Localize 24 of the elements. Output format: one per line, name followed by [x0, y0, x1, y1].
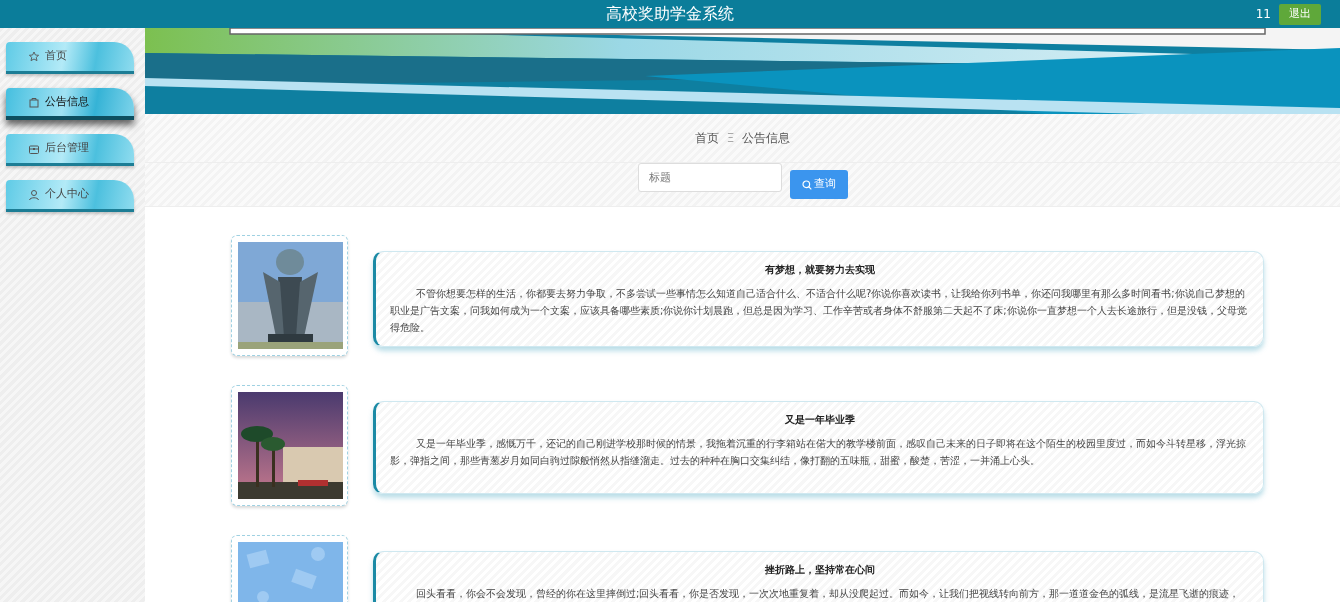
- title-search-field[interactable]: 标题: [637, 163, 782, 192]
- user-name: 11: [1255, 6, 1271, 24]
- notice-title: 又是一年毕业季: [783, 413, 856, 427]
- notice-card[interactable]: 又是一年毕业季 又是一年毕业季，感慨万千，还记的自己刚进学校那时候的情景，我拖着沉重的行李箱站在偌大的教学楼前面，感叹自己未来的日子即将在这个陌生的校园里度过，而如今斗转星移，浮光掠影，弹指之间，那些青葱岁月如同白驹过隙般悄然从指缝溜走。过去的种种在胸口交集纠结，像打翻的五味瓶，甜蜜，酸楚，苦涩，一并涌上心头。: [373, 401, 1264, 494]
- notice-title: 有梦想，就要努力去实现: [763, 263, 876, 277]
- box-icon: [28, 142, 40, 155]
- breadcrumb-link[interactable]: 首页: [694, 129, 719, 147]
- notice-title: 挫折路上，坚持常在心间: [763, 563, 876, 577]
- notice-text: 不管你想要怎样的生活，你都要去努力争取，不多尝试一些事情怎么知道自己适合什么、不适合什么呢?你说你喜欢读书，让我给你列书单，你还问我哪里有那么多时间看书;你说自己梦想的职业是广告文案，问我如何成为一个文案，应该具备哪些素质;你说你计划晨跑，但总是因为学习、工作辛苦或者身体不舒服第二天起不了床;你说你一直梦想一个人去长途旅行，但是没钱，父母觉得危险。: [390, 287, 1248, 335]
- sidebar-item[interactable]: 公告信息: [6, 88, 134, 120]
- notice-text: 又是一年毕业季，感慨万千，还记的自己刚进学校那时候的情景，我拖着沉重的行李箱站在偌大的教学楼前面，感叹自己未来的日子即将在这个陌生的校园里度过，而如今斗转星移，浮光掠影，弹指之间，那些青葱岁月如同白驹过隙般悄然从指缝溜走。过去的种种在胸口交集纠结，像打翻的五味瓶，甜蜜，酸楚，苦涩，一并涌上心头。: [390, 437, 1247, 468]
- notice-text: 回头看看，你会不会发现，曾经的你在这里摔倒过;回头看看，你是否发现，一次次地重复着，却从没爬起过。而如今，让我们把视线转向前方，那一道道金色的弧线，是流星飞逝的痕迹，: [415, 587, 1241, 601]
- sidebar-item[interactable]: 首页: [6, 42, 134, 74]
- notice-card[interactable]: 挫折路上，坚持常在心间 回头看看，你会不会发现，曾经的你在这里摔倒过;回头看看，你是否发现，一次次地重复着，却从没爬起过。而如今，让我们把视线转向前方，那一道道金色的弧线，是流星飞逝的痕迹，: [373, 551, 1264, 602]
- user-icon: [28, 188, 40, 201]
- sidebar-item[interactable]: 后台管理: [6, 134, 134, 166]
- star-icon: [28, 50, 40, 63]
- breadcrumb-separator: Ξ: [726, 130, 735, 147]
- bag-icon: [28, 96, 40, 108]
- search-icon: [801, 179, 812, 190]
- sidebar-item[interactable]: 个人中心: [6, 180, 134, 212]
- breadcrumb-link[interactable]: 公告信息: [742, 129, 791, 147]
- app-title: 高校奖助学金系统: [606, 4, 734, 23]
- notice-card[interactable]: 有梦想，就要努力去实现 不管你想要怎样的生活，你都要去努力争取，不多尝试一些事情怎么知道自己适合什么、不适合什么呢?你说你喜欢读书，让我给你列书单，你还问我哪里有那么多时间看书;你说自己梦想的职业是广告文案，问我如何成为一个文案，应该具备哪些素质;你说你计划晨跑，但总是因为学习、工作辛苦或者身体不舒服第二天起不了床;你说你一直梦想一个人去长途旅行，但是没钱，父母觉得危险。: [373, 251, 1264, 347]
